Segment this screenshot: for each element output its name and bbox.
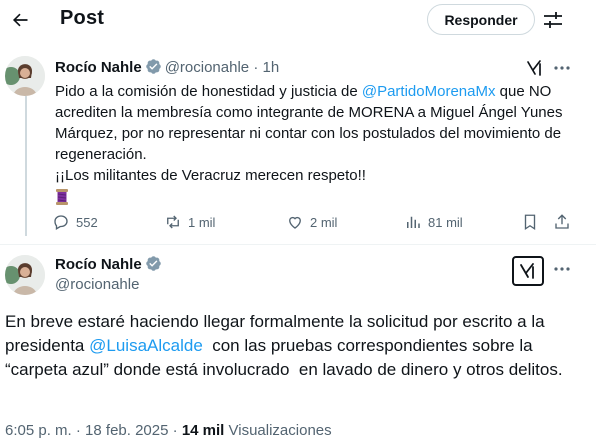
mention-link[interactable]: @LuisaAlcalde: [89, 336, 203, 355]
author-handle[interactable]: @rocionahle: [165, 59, 249, 76]
verified-badge-icon: [145, 255, 162, 272]
spool-of-thread-icon: [55, 188, 69, 206]
author-name[interactable]: Rocío Nahle: [55, 59, 142, 76]
mention-link[interactable]: @PartidoMorenaMx: [362, 83, 496, 100]
reply-count: 552: [76, 214, 98, 230]
top-bar: Post Responder: [0, 0, 596, 40]
back-arrow-icon[interactable]: [6, 6, 34, 34]
grok-icon[interactable]: [512, 256, 544, 286]
grok-icon[interactable]: [525, 58, 545, 78]
verified-badge-icon: [145, 58, 162, 75]
share-icon[interactable]: [553, 212, 577, 232]
page-title: Post: [60, 7, 105, 29]
post-date[interactable]: 18 feb. 2025: [85, 422, 168, 439]
tweet1-line2: ¡¡Los militantes de Veracruz merecen res…: [55, 167, 366, 184]
tweet2-author: Rocío Nahle: [55, 255, 162, 274]
reply-button[interactable]: Responder: [427, 4, 535, 35]
post-time[interactable]: 6:05 p. m.: [5, 422, 72, 439]
repost-count: 1 mil: [188, 214, 216, 230]
post-time[interactable]: 1h: [262, 59, 279, 76]
views-action[interactable]: 81 mil: [404, 212, 463, 232]
author-name[interactable]: Rocío Nahle: [55, 256, 142, 273]
avatar[interactable]: [5, 56, 45, 96]
tune-icon[interactable]: [541, 8, 565, 32]
like-count: 2 mil: [310, 214, 338, 230]
tweet1-actions: 552 1 mil 2 mil 81 mil: [52, 212, 572, 232]
more-icon[interactable]: [552, 58, 572, 78]
tweet1-header: Rocío Nahle @rocionahle · 1h: [55, 58, 279, 77]
tweet2-text: En breve estaré haciendo llegar formalme…: [5, 312, 563, 379]
like-action[interactable]: 2 mil: [286, 212, 337, 232]
thread-line: [25, 96, 27, 236]
author-handle[interactable]: @rocionahle: [55, 276, 139, 293]
post-meta: 6:05 p. m. · 18 feb. 2025 · 14 mil Visua…: [5, 422, 332, 439]
bookmark-icon[interactable]: [521, 212, 545, 232]
views-label: Visualizaciones: [228, 422, 332, 439]
repost-action[interactable]: 1 mil: [164, 212, 215, 232]
views-count: 14 mil: [181, 422, 225, 439]
avatar[interactable]: [5, 255, 45, 295]
views-count: 81 mil: [428, 214, 463, 230]
tweet1-text: Pido a la comisión de honestidad y justi…: [55, 81, 570, 208]
more-icon[interactable]: [552, 259, 572, 279]
divider: [0, 244, 596, 245]
reply-action[interactable]: 552: [52, 212, 98, 232]
